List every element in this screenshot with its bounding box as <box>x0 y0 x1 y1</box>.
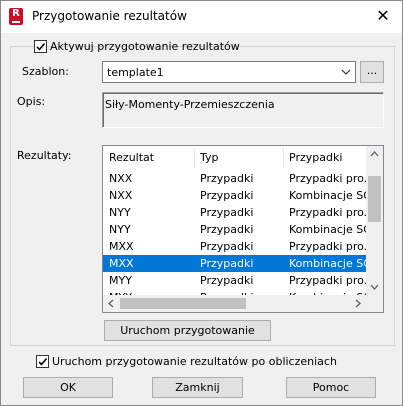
cell-result: NYY <box>109 206 131 219</box>
browse-template-button[interactable]: ... <box>360 61 384 83</box>
help-button[interactable]: Pomoc <box>286 377 376 398</box>
scroll-corner <box>366 295 383 312</box>
cell-result: NYY <box>109 223 131 236</box>
cell-type: Przypadki <box>200 274 254 287</box>
description-value: Siły-Momenty-Przemieszczenia <box>105 98 275 111</box>
results-list[interactable]: Rezultat Typ Przypadki NXX Przypadki Przyp… <box>102 145 384 313</box>
column-header-type[interactable]: Typ <box>194 146 283 170</box>
cell-cases: Przypadki pro... <box>289 172 367 185</box>
cell-cases: Kombinacje SGN <box>289 189 367 202</box>
cell-type: Przypadki <box>200 189 254 202</box>
table-row[interactable]: NYY Przypadki Przypadki pro... <box>103 204 367 221</box>
cell-result: MXX <box>109 240 134 253</box>
column-header-result[interactable]: Rezultat <box>103 146 194 170</box>
cell-cases: Kombinacje SGN <box>289 257 367 270</box>
after-calc-label[interactable]: Uruchom przygotowanie rezultatów po obli… <box>52 355 337 368</box>
cell-result: NXX <box>109 189 133 202</box>
vertical-scroll-thumb[interactable] <box>368 176 381 222</box>
close-icon[interactable]: ✕ <box>374 7 392 25</box>
run-preparation-button[interactable]: Uruchom przygotowanie <box>104 320 271 341</box>
template-value: template1 <box>107 66 164 79</box>
vertical-scrollbar[interactable] <box>366 146 383 295</box>
close-button[interactable]: Zamknij <box>152 377 243 398</box>
cell-type: Przypadki <box>200 206 254 219</box>
description-field: Siły-Momenty-Przemieszczenia <box>102 92 384 128</box>
template-label: Szablon: <box>22 65 69 78</box>
cell-type: Przypadki <box>200 240 254 253</box>
table-row[interactable]: MYY Przypadki Przypadki pro... <box>103 272 367 289</box>
window-title: Przygotowanie rezultatów <box>32 9 187 23</box>
template-select[interactable]: template1 <box>102 61 356 83</box>
cell-result: MYY <box>109 274 132 287</box>
scroll-left-icon[interactable] <box>108 299 114 308</box>
cell-cases: Kombinacje SGN <box>289 223 367 236</box>
table-row[interactable]: NYY Przypadki Kombinacje SGN <box>103 221 367 238</box>
cell-type: Przypadki <box>200 223 254 236</box>
title-bar[interactable]: R Przygotowanie rezultatów ✕ <box>1 1 402 33</box>
checkmark-icon <box>38 357 48 366</box>
horizontal-scroll-thumb[interactable] <box>120 298 246 309</box>
after-calc-checkbox[interactable] <box>36 355 49 368</box>
table-row[interactable]: MXX Przypadki Kombinacje SGN <box>103 255 367 272</box>
scroll-up-icon[interactable] <box>370 151 379 157</box>
cell-result: MXX <box>109 257 134 270</box>
app-logo-icon: R <box>9 8 23 25</box>
results-label: Rezultaty: <box>17 149 72 162</box>
cell-type: Przypadki <box>200 172 254 185</box>
table-row[interactable]: NXX Przypadki Kombinacje SGN <box>103 187 367 204</box>
horizontal-scrollbar[interactable] <box>103 295 367 312</box>
activate-label[interactable]: Aktywuj przygotowanie rezultatów <box>50 40 240 53</box>
cell-cases: Przypadki pro... <box>289 274 367 287</box>
column-header-cases[interactable]: Przypadki <box>283 146 367 170</box>
activate-checkbox[interactable] <box>34 40 47 53</box>
cell-cases: Przypadki pro... <box>289 206 367 219</box>
checkmark-icon <box>36 42 46 51</box>
cell-cases: Przypadki pro... <box>289 240 367 253</box>
chevron-down-icon <box>341 69 351 75</box>
cell-type: Przypadki <box>200 257 254 270</box>
scroll-down-icon[interactable] <box>370 284 379 290</box>
table-row[interactable]: NXX Przypadki Przypadki pro... <box>103 170 367 187</box>
table-row[interactable]: MXX Przypadki Przypadki pro... <box>103 238 367 255</box>
cell-result: NXX <box>109 172 133 185</box>
description-label: Opis: <box>17 95 46 108</box>
dialog-window: R Przygotowanie rezultatów ✕ Aktywuj prz… <box>0 0 403 406</box>
ok-button[interactable]: OK <box>23 377 113 398</box>
results-header: Rezultat Typ Przypadki <box>103 146 367 170</box>
scroll-right-icon[interactable] <box>355 299 361 308</box>
